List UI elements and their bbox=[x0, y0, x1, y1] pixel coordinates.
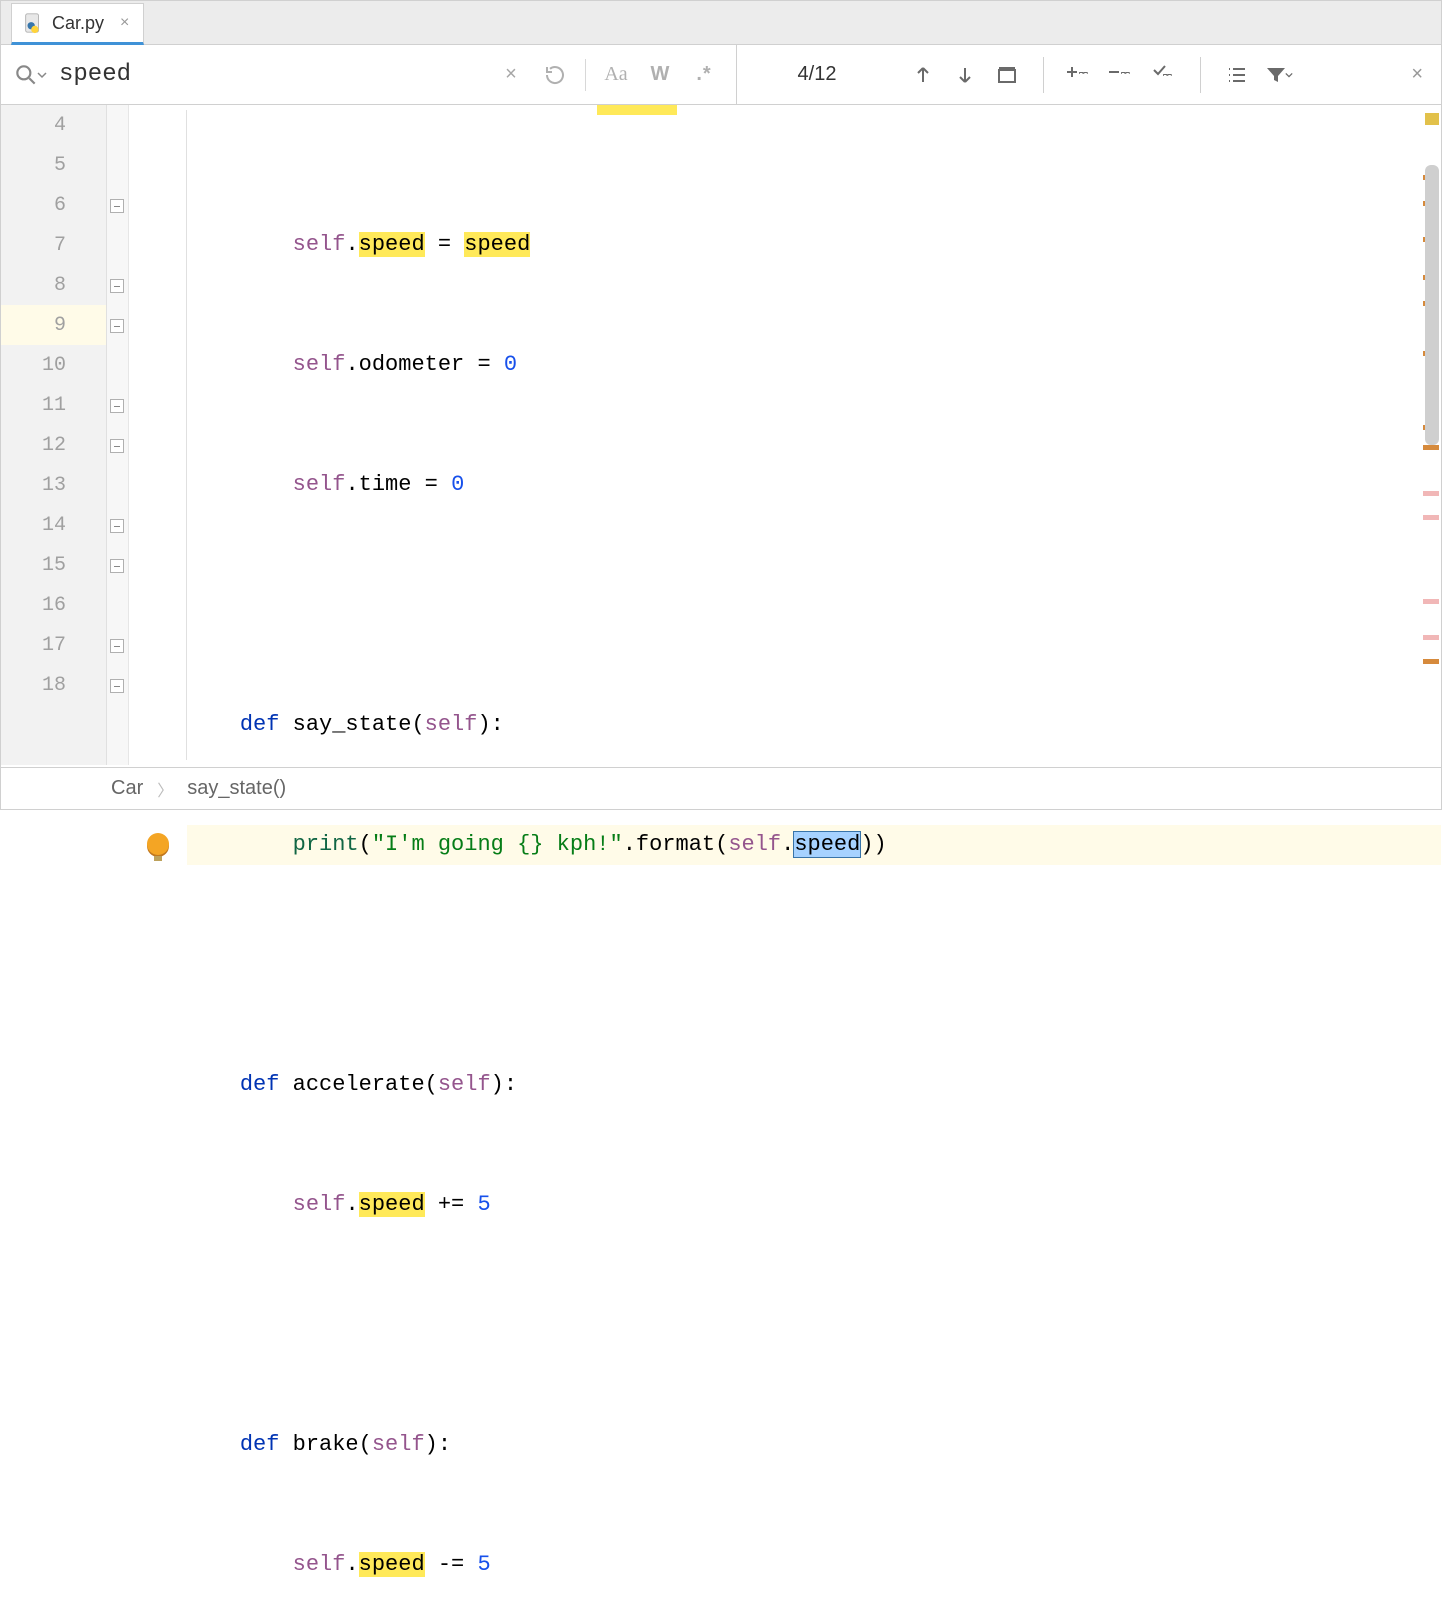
usage-marker[interactable] bbox=[1423, 515, 1439, 520]
search-icon[interactable] bbox=[1, 62, 59, 88]
whole-word-toggle[interactable]: W bbox=[642, 57, 678, 93]
code-line[interactable] bbox=[187, 1305, 1441, 1345]
intention-bulb-icon[interactable] bbox=[147, 833, 169, 855]
search-highlight: speed bbox=[359, 232, 425, 257]
code-line-current[interactable]: print("I'm going {} kph!".format(self.sp… bbox=[187, 825, 1441, 865]
breadcrumb-bar: Car 〉 say_state() bbox=[1, 767, 1441, 809]
find-bar: × Aa W .* 4/12 ⎴⎴ ⎴⎴ ⎴⎴ × bbox=[1, 45, 1441, 105]
search-highlight bbox=[597, 105, 677, 115]
code-line[interactable]: def accelerate(self): bbox=[187, 1065, 1441, 1105]
marker-strip[interactable] bbox=[1421, 105, 1441, 765]
line-number: 9 bbox=[1, 305, 106, 345]
line-number: 7 bbox=[1, 225, 106, 265]
usage-marker[interactable] bbox=[1423, 491, 1439, 496]
chevron-right-icon: 〉 bbox=[157, 777, 173, 801]
breadcrumb-item[interactable]: Car bbox=[111, 777, 143, 800]
usage-marker[interactable] bbox=[1423, 635, 1439, 640]
code-line[interactable]: def say_state(self): bbox=[187, 705, 1441, 745]
line-number: 15 bbox=[1, 545, 106, 585]
usage-marker[interactable] bbox=[1423, 599, 1439, 604]
line-number: 8 bbox=[1, 265, 106, 305]
tab-bar: Car.py × bbox=[1, 1, 1441, 45]
svg-text:⎴⎴: ⎴⎴ bbox=[1079, 72, 1088, 85]
search-input[interactable] bbox=[59, 45, 493, 104]
clear-search-icon[interactable]: × bbox=[493, 57, 529, 93]
search-marker[interactable] bbox=[1423, 659, 1439, 664]
search-highlight: speed bbox=[359, 1552, 425, 1577]
code-line[interactable]: self.speed -= 5 bbox=[187, 1545, 1441, 1585]
next-match-icon[interactable] bbox=[949, 59, 981, 91]
line-number: 5 bbox=[1, 145, 106, 185]
code-editor[interactable]: 4 5 6 7 8 9 10 11 12 13 14 15 16 17 18 s… bbox=[1, 105, 1441, 765]
code-line[interactable]: self.speed += 5 bbox=[187, 1185, 1441, 1225]
filter-icon[interactable] bbox=[1263, 59, 1295, 91]
search-marker[interactable] bbox=[1423, 445, 1439, 450]
line-number: 14 bbox=[1, 505, 106, 545]
line-number: 6 bbox=[1, 185, 106, 225]
line-number: 11 bbox=[1, 385, 106, 425]
search-highlight: speed bbox=[359, 1192, 425, 1217]
svg-text:⎴⎴: ⎴⎴ bbox=[1121, 72, 1130, 85]
close-search-icon[interactable]: × bbox=[1411, 63, 1423, 86]
add-selection-icon[interactable]: ⎴⎴ bbox=[1064, 59, 1096, 91]
code-line[interactable] bbox=[187, 585, 1441, 625]
gutter: 4 5 6 7 8 9 10 11 12 13 14 15 16 17 18 bbox=[1, 105, 107, 765]
line-number: 18 bbox=[1, 665, 106, 705]
regex-toggle[interactable]: .* bbox=[686, 57, 722, 93]
tab-title: Car.py bbox=[52, 13, 104, 34]
line-number: 16 bbox=[1, 585, 106, 625]
warning-marker[interactable] bbox=[1425, 113, 1439, 125]
svg-text:⎴⎴: ⎴⎴ bbox=[1163, 74, 1172, 86]
match-case-toggle[interactable]: Aa bbox=[598, 57, 634, 93]
search-history-icon[interactable] bbox=[537, 57, 573, 93]
code-line[interactable]: self.time = 0 bbox=[187, 465, 1441, 505]
close-tab-icon[interactable]: × bbox=[120, 14, 129, 32]
code-line[interactable]: self.speed = speed bbox=[187, 225, 1441, 265]
editor-tab[interactable]: Car.py × bbox=[11, 3, 144, 45]
line-number: 4 bbox=[1, 105, 106, 145]
search-highlight: speed bbox=[464, 232, 530, 257]
line-number: 12 bbox=[1, 425, 106, 465]
scrollbar-thumb[interactable] bbox=[1425, 165, 1439, 445]
remove-selection-icon[interactable]: ⎴⎴ bbox=[1106, 59, 1138, 91]
prev-match-icon[interactable] bbox=[907, 59, 939, 91]
select-all-icon[interactable] bbox=[991, 59, 1023, 91]
line-number: 13 bbox=[1, 465, 106, 505]
code-line[interactable]: self.odometer = 0 bbox=[187, 345, 1441, 385]
code-line[interactable] bbox=[187, 945, 1441, 985]
line-number: 10 bbox=[1, 345, 106, 385]
breadcrumb-item[interactable]: say_state() bbox=[187, 777, 286, 800]
code-area[interactable]: self.speed = speed self.odometer = 0 sel… bbox=[107, 105, 1441, 765]
python-file-icon bbox=[22, 12, 44, 34]
select-all-occurrences-icon[interactable]: ⎴⎴ bbox=[1148, 59, 1180, 91]
search-current-highlight: speed bbox=[794, 832, 860, 857]
code-line[interactable]: def brake(self): bbox=[187, 1425, 1441, 1465]
line-number: 17 bbox=[1, 625, 106, 665]
match-count: 4/12 bbox=[737, 63, 897, 86]
find-field-container: × Aa W .* bbox=[1, 45, 737, 104]
toggle-list-icon[interactable] bbox=[1221, 59, 1253, 91]
